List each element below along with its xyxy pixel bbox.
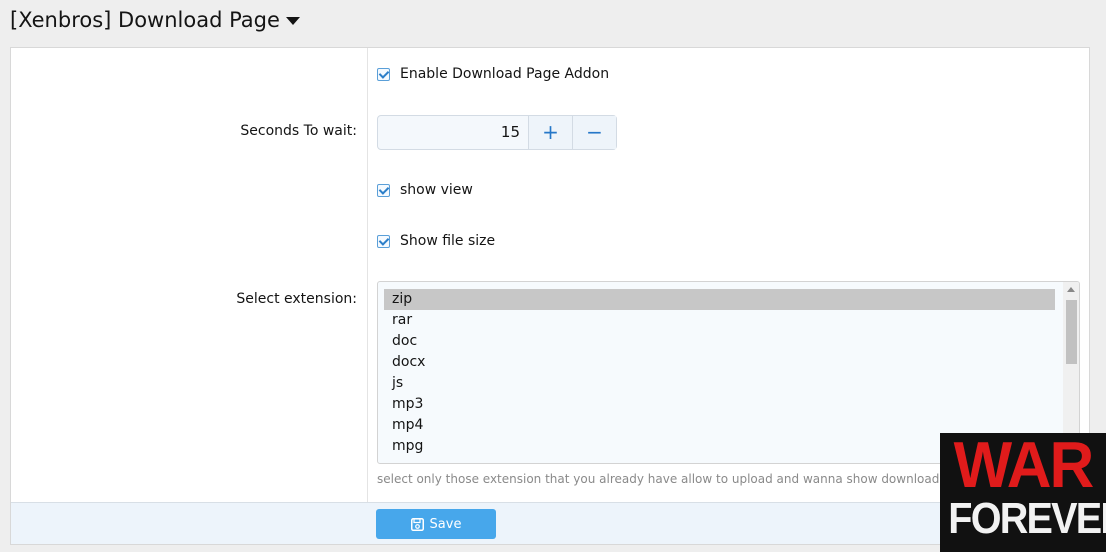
- options-panel: Enable Download Page Addon Seconds To wa…: [10, 47, 1090, 545]
- watermark-line1: WAR: [953, 429, 1095, 502]
- save-label: Save: [429, 516, 462, 532]
- save-icon: [410, 517, 424, 531]
- enable-addon-label: Enable Download Page Addon: [400, 66, 610, 82]
- caret-down-icon[interactable]: [285, 17, 300, 25]
- option-docx[interactable]: docx: [384, 352, 1055, 373]
- option-zip[interactable]: zip: [384, 289, 1055, 310]
- page-title-text: [Xenbros] Download Page: [10, 8, 280, 32]
- seconds-label: Seconds To wait:: [240, 123, 357, 139]
- form-footer: Save: [11, 502, 1089, 544]
- checkbox-checked-icon[interactable]: [377, 234, 390, 248]
- show-file-size-label: Show file size: [400, 233, 496, 249]
- extension-hint: select only those extension that you alr…: [377, 472, 974, 486]
- option-doc[interactable]: doc: [384, 331, 1055, 352]
- scroll-up-icon[interactable]: [1067, 287, 1075, 292]
- decrement-button[interactable]: −: [572, 116, 616, 149]
- watermark-logo: WAR FOREVER: [940, 433, 1106, 552]
- option-js[interactable]: js: [384, 373, 1055, 394]
- watermark-line2: FOREVER: [948, 494, 1106, 543]
- enable-addon-checkbox[interactable]: Enable Download Page Addon: [377, 66, 609, 82]
- extension-label: Select extension:: [236, 291, 357, 307]
- page-title[interactable]: [Xenbros] Download Page: [10, 8, 300, 32]
- checkbox-checked-icon[interactable]: [377, 67, 390, 81]
- increment-button[interactable]: +: [528, 116, 572, 149]
- seconds-input[interactable]: 15: [378, 116, 528, 149]
- show-view-label: show view: [400, 182, 473, 198]
- label-column: [11, 48, 368, 502]
- show-view-checkbox[interactable]: show view: [377, 182, 473, 198]
- show-file-size-checkbox[interactable]: Show file size: [377, 233, 495, 249]
- option-mp3[interactable]: mp3: [384, 394, 1055, 415]
- checkbox-checked-icon[interactable]: [377, 183, 390, 197]
- save-button[interactable]: Save: [376, 509, 496, 539]
- scroll-thumb[interactable]: [1066, 300, 1077, 364]
- seconds-stepper[interactable]: 15 + −: [377, 115, 617, 150]
- option-rar[interactable]: rar: [384, 310, 1055, 331]
